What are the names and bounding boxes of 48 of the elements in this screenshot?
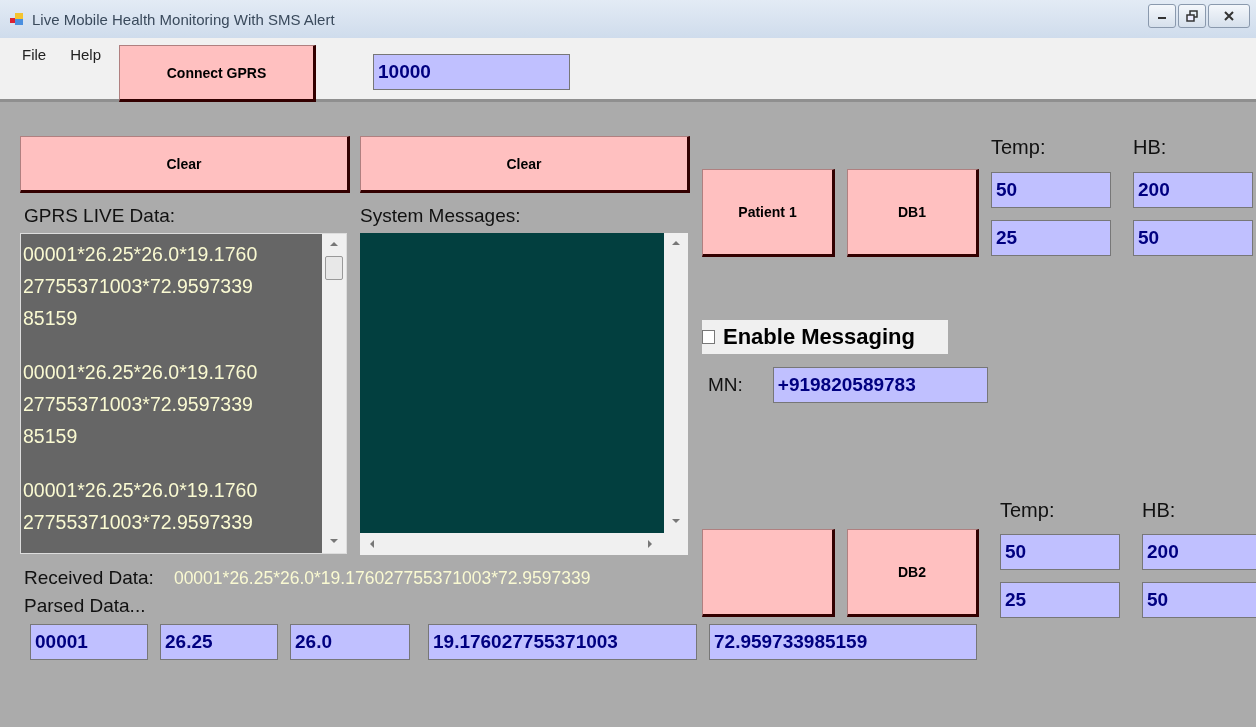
log-entry: 00001*26.25*26.0*19.1760 27755371003*72.9597339: [23, 478, 259, 535]
database-button[interactable]: DB1: [847, 169, 979, 257]
mobile-number-field[interactable]: +919820589783: [772, 367, 988, 403]
close-icon: [1223, 10, 1235, 22]
heartbeat-low-field[interactable]: 50: [1142, 582, 1256, 618]
temperature-label: Temp:: [991, 136, 1047, 160]
log-entry: 00001*26.25*26.0*19.1760 27755371003*72.9597339 85159: [23, 242, 259, 331]
heartbeat-low-field[interactable]: 50: [1133, 220, 1253, 257]
app-icon: [10, 12, 24, 26]
heartbeat-high-field[interactable]: 200: [1133, 171, 1253, 208]
patient-button[interactable]: Patient 1: [702, 169, 835, 257]
parsed-field[interactable]: 19.176027755371003: [428, 624, 697, 660]
temperature-high-field[interactable]: 50: [1000, 534, 1120, 570]
log-entry: 00001*26.25*26.0*19.1760 27755371003*72.9597339 85159: [23, 360, 259, 449]
live-data-label: GPRS LIVE Data:: [24, 205, 176, 227]
clear-button[interactable]: Clear: [20, 136, 350, 193]
parsed-field[interactable]: 26.0: [290, 624, 410, 660]
menu-item[interactable]: Help: [70, 46, 102, 63]
close-button[interactable]: [1208, 4, 1250, 28]
temperature-high-field[interactable]: 50: [991, 171, 1111, 208]
temperature-low-field[interactable]: 25: [1000, 582, 1120, 618]
menu-item[interactable]: File: [22, 46, 47, 63]
heartbeat-high-field[interactable]: 200: [1142, 534, 1256, 570]
system-messages-label: System Messages:: [360, 205, 522, 227]
live-data-log[interactable]: 00001*26.25*26.0*19.1760 27755371003*72.9597339 85159 00001*26.25*26.0*19.1760 27755371003*72.9597339 85159 00001*26.25*26.0*19.1760 27755371003*72.9597339: [20, 233, 347, 554]
minimize-button[interactable]: [1148, 4, 1176, 28]
scroll-thumb[interactable]: [325, 256, 343, 280]
patient-button[interactable]: [702, 529, 835, 617]
mobile-number-label: MN:: [708, 374, 743, 396]
parsed-field[interactable]: 00001: [30, 624, 148, 660]
parsed-field[interactable]: 26.25: [160, 624, 278, 660]
restore-button[interactable]: [1178, 4, 1206, 28]
system-messages-box[interactable]: [360, 233, 688, 555]
heartbeat-label: HB:: [1133, 136, 1168, 160]
restore-icon: [1186, 10, 1198, 22]
parsed-data-label: Parsed Data...: [24, 595, 147, 617]
connect-button[interactable]: Connect GPRS: [119, 45, 317, 102]
messaging-checkbox[interactable]: Enable Messaging: [702, 320, 948, 354]
temperature-label: Temp:: [1000, 499, 1056, 522]
received-data-label: Received Data:: [24, 567, 154, 589]
window-title: Live Mobile Health Monitoring With SMS Alert: [32, 10, 336, 28]
interval-field[interactable]: 10000: [373, 54, 571, 90]
clear-button[interactable]: Clear: [360, 136, 690, 193]
temperature-low-field[interactable]: 25: [991, 220, 1111, 257]
received-data-value: 00001*26.25*26.0*19.176027755371003*72.9597339: [173, 567, 591, 589]
parsed-field[interactable]: 72.959733985159: [709, 624, 977, 660]
database-button[interactable]: DB2: [847, 529, 979, 617]
heartbeat-label: HB:: [1142, 499, 1177, 522]
